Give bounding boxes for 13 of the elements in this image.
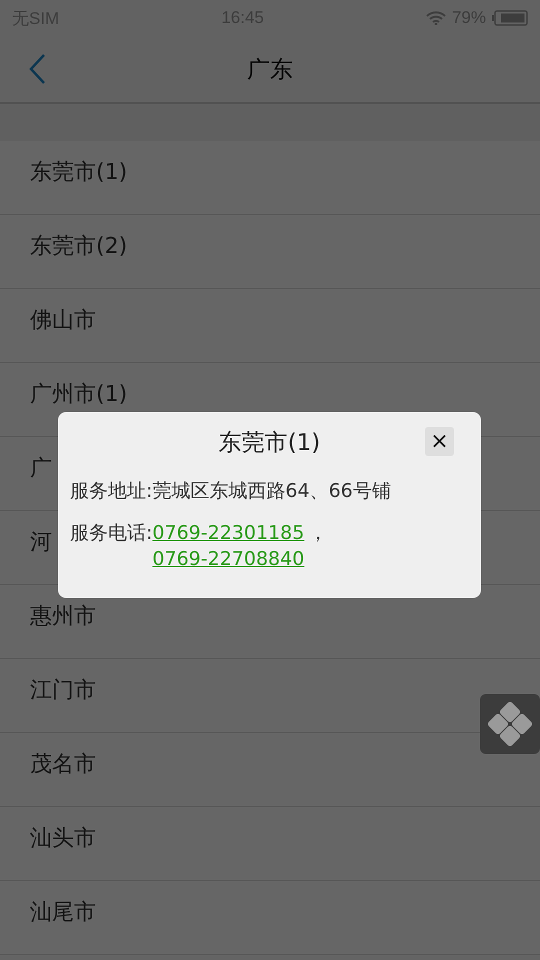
battery-icon <box>492 10 528 26</box>
floating-menu-button[interactable] <box>480 694 540 754</box>
back-icon[interactable] <box>28 53 46 85</box>
page-title: 广东 <box>247 56 293 84</box>
phone-link[interactable]: 0769-22301185 <box>152 520 304 546</box>
address-text: 莞城区东城西路64、66号铺 <box>152 480 391 502</box>
phone-label: 服务电话: <box>70 521 152 546</box>
diamonds-icon <box>485 699 535 749</box>
phone-link[interactable]: 0769-22708840 <box>152 546 304 572</box>
comma-text: ， <box>308 521 328 546</box>
wifi-icon <box>426 11 446 25</box>
close-button[interactable]: × <box>425 427 454 456</box>
address-label: 服务地址: <box>70 480 152 502</box>
